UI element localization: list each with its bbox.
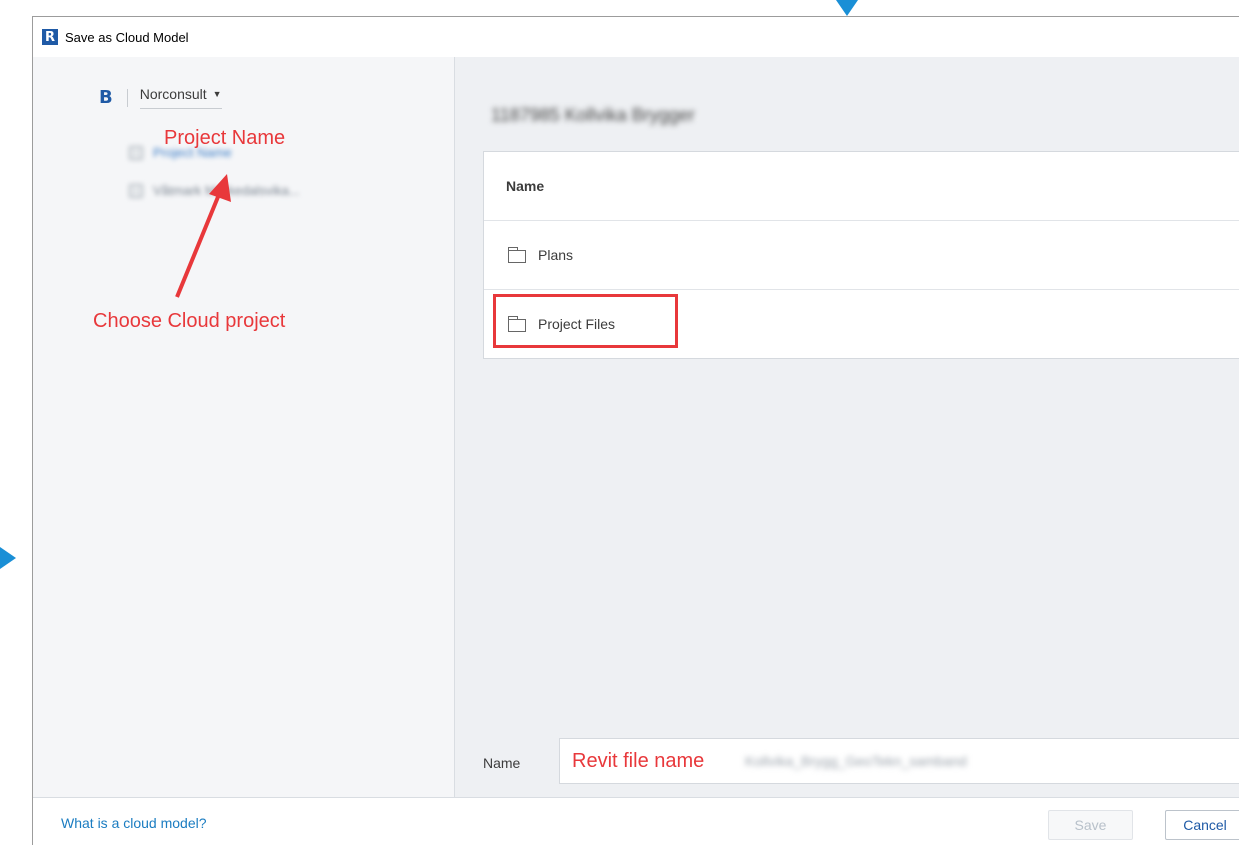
pointer-marker-left (0, 547, 16, 569)
annotation-arrow (175, 174, 231, 298)
hub-divider (126, 88, 128, 107)
hub-selector: B Norconsult ▼ (99, 86, 222, 109)
file-name-value-blurred: Kollvika_Brygg_GeoTekn_samband (745, 753, 967, 769)
annotation-project-name: Project Name (164, 127, 286, 149)
cancel-button[interactable]: Cancel (1165, 810, 1239, 840)
annotation-revit-file-name: Revit file name (572, 750, 705, 772)
folder-browser-pane: 1187985 Kollvika Brygger Name Plans Proj… (455, 57, 1239, 797)
file-name-input[interactable]: Revit file name Kollvika_Brygg_GeoTekn_s… (559, 738, 1239, 784)
save-button[interactable]: Save (1048, 810, 1133, 840)
revit-app-icon: R (42, 29, 58, 45)
hub-account-label: Norconsult (139, 86, 207, 102)
annotation-choose-cloud-project: Choose Cloud project (93, 310, 286, 332)
table-header-name[interactable]: Name (484, 152, 1239, 221)
save-as-cloud-model-dialog: R Save as Cloud Model B Norconsult ▼ Pro… (32, 16, 1239, 847)
bim360-logo-icon: B (99, 87, 113, 108)
hub-account-dropdown[interactable]: Norconsult ▼ (139, 86, 222, 109)
folder-name: Plans (538, 247, 574, 263)
project-icon (129, 145, 143, 160)
what-is-cloud-model-link[interactable]: What is a cloud model? (61, 815, 207, 831)
pointer-marker-top (836, 0, 858, 16)
breadcrumb: 1187985 Kollvika Brygger (491, 105, 695, 125)
project-browser-pane: B Norconsult ▼ Project Name Våtmark Mørk… (33, 57, 455, 797)
window-title: Save as Cloud Model (65, 29, 189, 45)
caret-down-icon: ▼ (212, 89, 222, 99)
annotation-highlight-box (493, 294, 678, 348)
dialog-footer: What is a cloud model? Save Cancel (33, 797, 1239, 847)
title-bar: R Save as Cloud Model (33, 17, 1239, 57)
file-name-label: Name (483, 755, 521, 771)
project-icon (129, 183, 143, 198)
folder-icon (508, 246, 526, 263)
folder-row-plans[interactable]: Plans (484, 221, 1239, 290)
